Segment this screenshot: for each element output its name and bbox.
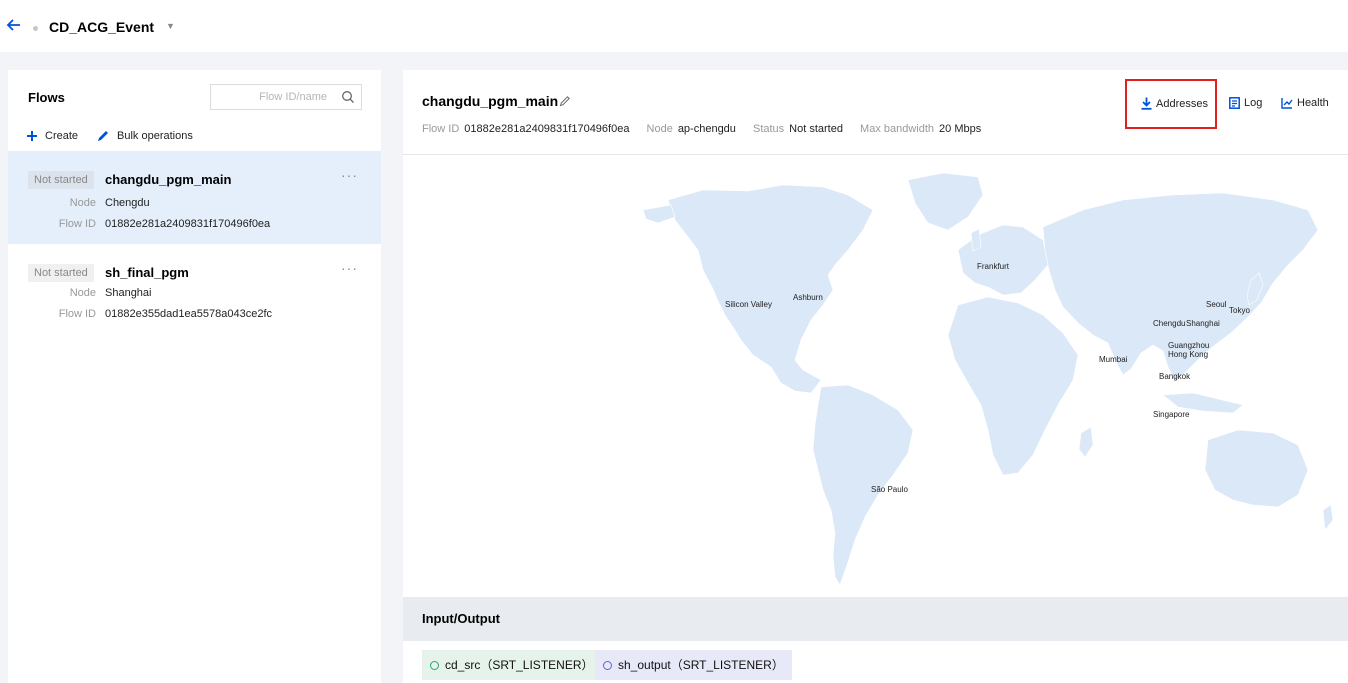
world-map-graphic — [642, 172, 1334, 586]
input-output-header: Input/Output — [403, 597, 1348, 641]
more-options-icon[interactable]: ··· — [341, 167, 358, 183]
health-label: Health — [1297, 97, 1329, 109]
meta-node-value: ap-chengdu — [677, 123, 736, 135]
addresses-button[interactable]: Addresses — [1141, 97, 1208, 110]
input-source-tag[interactable]: cd_src（SRT_LISTENER） — [422, 650, 602, 680]
city-label-mumbai: Mumbai — [1099, 355, 1128, 364]
city-label-tokyo: Tokyo — [1229, 306, 1250, 315]
city-label-ashburn: Ashburn — [793, 293, 823, 302]
flow-list-item[interactable]: Not started changdu_pgm_main ··· Node Ch… — [8, 151, 381, 244]
bulk-operations-label: Bulk operations — [117, 130, 193, 142]
world-map: Frankfurt Silicon Valley Ashburn Seoul T… — [403, 155, 1348, 597]
flows-title: Flows — [28, 90, 65, 105]
status-badge: Not started — [28, 171, 94, 189]
status-badge: Not started — [28, 264, 94, 282]
meta-bandwidth-value: 20 Mbps — [939, 123, 982, 135]
arrow-left-icon[interactable] — [6, 17, 22, 33]
meta-flow-id-value: 01882e281a2409831f170496f0ea — [464, 123, 630, 135]
meta-flow-id-label: Flow ID — [422, 123, 460, 135]
input-source-label: cd_src（SRT_LISTENER） — [445, 658, 594, 672]
create-label: Create — [45, 130, 79, 142]
city-label-chengdu: Chengdu — [1153, 319, 1186, 328]
search-icon[interactable] — [341, 90, 355, 104]
addresses-label: Addresses — [1156, 97, 1208, 110]
flow-id-label: Flow ID — [58, 308, 96, 320]
meta-node-label: Node — [646, 123, 673, 135]
create-button[interactable]: Create — [26, 130, 78, 142]
input-circle-icon — [430, 661, 439, 670]
event-title[interactable]: CD_ACG_Event — [49, 19, 154, 35]
plus-icon — [27, 131, 37, 141]
city-label-guangzhou: Guangzhou — [1168, 341, 1210, 350]
flow-id-label: Flow ID — [58, 218, 96, 230]
more-options-icon[interactable]: ··· — [341, 260, 358, 276]
log-button[interactable]: Log — [1229, 97, 1262, 109]
node-value: Shanghai — [105, 287, 152, 299]
flow-detail-panel: changdu_pgm_main Flow ID 01882e281a240983… — [403, 70, 1348, 683]
city-label-singapore: Singapore — [1153, 410, 1190, 419]
log-label: Log — [1244, 97, 1263, 109]
flows-panel: Flows Create Bulk operations Not started… — [8, 70, 381, 683]
caret-down-icon[interactable]: ▼ — [166, 21, 175, 31]
edit-icon[interactable] — [559, 95, 571, 107]
flow-name[interactable]: sh_final_pgm — [105, 265, 189, 280]
city-label-hong-kong: Hong Kong — [1168, 350, 1209, 359]
download-icon — [1141, 97, 1152, 110]
top-bar: CD_ACG_Event ▼ — [0, 0, 1348, 52]
city-label-seoul: Seoul — [1206, 300, 1227, 309]
city-label-shanghai: Shanghai — [1186, 319, 1220, 328]
pencil-icon — [98, 131, 109, 141]
city-label-sao-paulo: São Paulo — [871, 485, 908, 494]
status-dot — [33, 26, 38, 31]
bulk-operations-button[interactable]: Bulk operations — [96, 129, 193, 143]
meta-status-label: Status — [752, 123, 785, 135]
input-output-title: Input/Output — [422, 611, 500, 626]
flow-meta: Flow ID 01882e281a2409831f170496f0ea Node… — [422, 123, 995, 135]
node-value: Chengdu — [105, 197, 150, 209]
flows-toolbar: Create Bulk operations — [26, 127, 211, 145]
output-circle-icon — [603, 661, 612, 670]
line-chart-icon — [1281, 98, 1293, 109]
output-tag[interactable]: sh_output（SRT_LISTENER） — [595, 650, 792, 680]
flow-id-value: 01882e281a2409831f170496f0ea — [105, 218, 271, 230]
node-label: Node — [69, 287, 96, 299]
city-label-frankfurt: Frankfurt — [977, 262, 1010, 271]
flow-search-input[interactable] — [217, 88, 327, 106]
node-label: Node — [69, 197, 96, 209]
meta-bandwidth-label: Max bandwidth — [860, 123, 935, 135]
document-icon — [1229, 97, 1240, 109]
city-label-bangkok: Bangkok — [1159, 372, 1191, 381]
meta-status-value: Not started — [789, 123, 843, 135]
flow-search-box[interactable] — [210, 84, 362, 110]
flow-detail-title: changdu_pgm_main — [422, 93, 559, 109]
health-button[interactable]: Health — [1281, 97, 1329, 109]
flow-list-item[interactable]: Not started sh_final_pgm ··· Node Shangh… — [8, 244, 381, 337]
output-label: sh_output（SRT_LISTENER） — [618, 658, 784, 672]
flow-name[interactable]: changdu_pgm_main — [105, 172, 231, 187]
city-label-silicon-valley: Silicon Valley — [725, 300, 772, 309]
flow-id-value: 01882e355dad1ea5578a043ce2fc — [105, 308, 272, 320]
